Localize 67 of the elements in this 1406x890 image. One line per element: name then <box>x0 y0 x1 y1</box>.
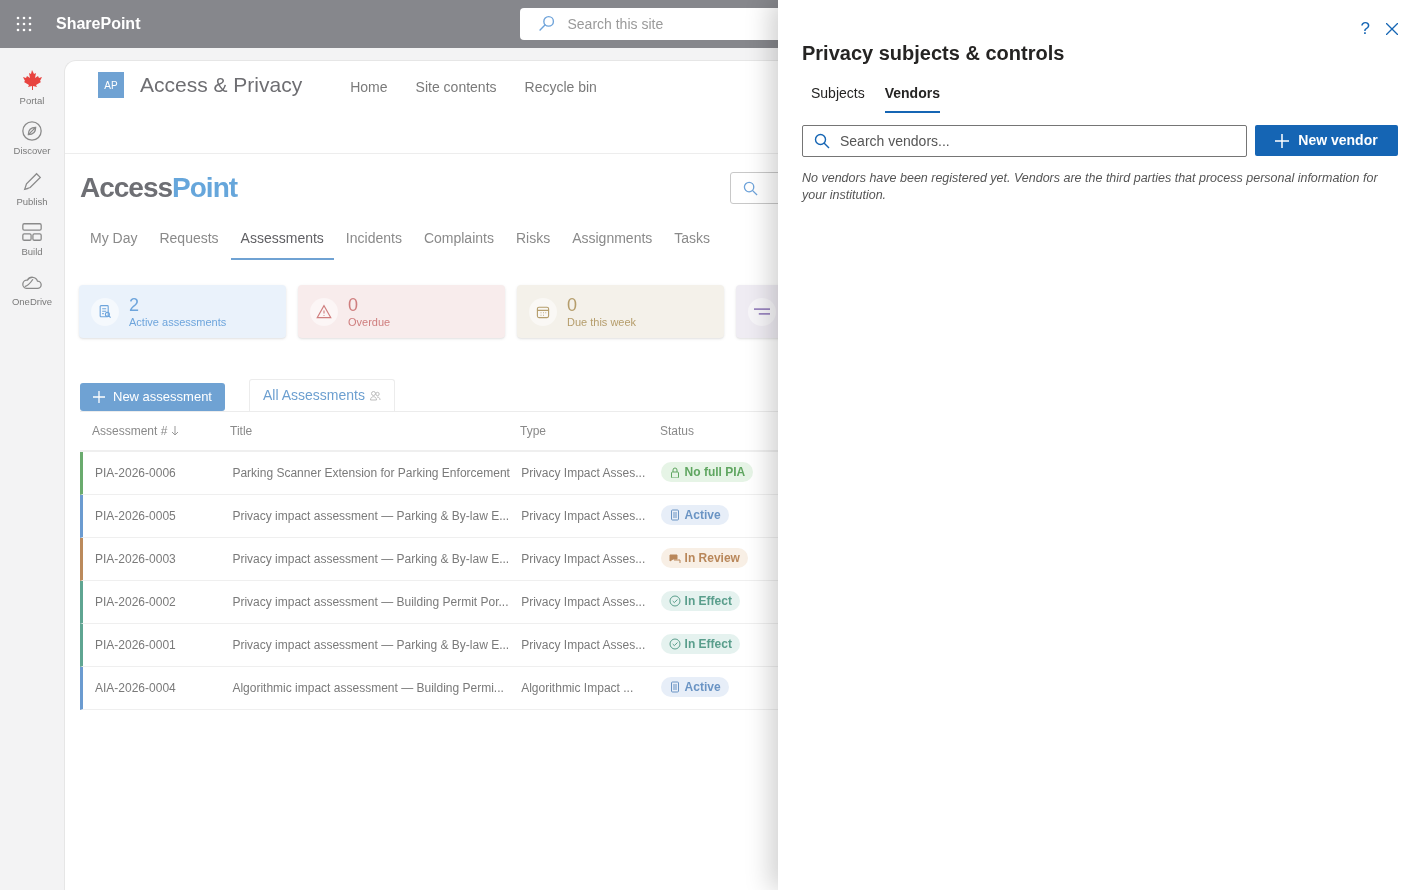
kpi-label: Due this week <box>567 314 637 329</box>
kpi-value: 2 <box>129 294 140 315</box>
table-cell-text: Privacy impact assessment — Building Permit Por... <box>232 594 510 611</box>
new-assessment-button[interactable]: New assessment <box>80 383 225 411</box>
column-header[interactable]: Title <box>230 422 520 440</box>
rail-label[interactable]: Publish <box>16 194 48 209</box>
table-cell-text: PIA-2026-0001 <box>94 637 177 654</box>
status-badge: Active <box>660 677 729 697</box>
site-nav-link[interactable]: Site contents <box>415 77 497 98</box>
table-cell-text: PIA-2026-0005 <box>94 508 177 525</box>
kpi-value: 0 <box>348 294 359 315</box>
table-cell-text: Algorithmic impact assessment — Building Permi... <box>232 680 505 697</box>
panel-title: Privacy subjects & controls <box>802 41 1066 66</box>
kpi-card[interactable]: 0 Overdue <box>298 285 505 338</box>
help-button[interactable]: ? <box>1360 19 1370 39</box>
kpi-label: Active assessments <box>129 314 227 329</box>
table-cell-text: Privacy impact assessment — Parking & By-law E... <box>232 551 511 568</box>
table-cell-text: PIA-2026-0002 <box>94 594 177 611</box>
nav-tab[interactable]: Assessments <box>230 222 334 260</box>
brand-logo: AccessPoint <box>80 171 238 205</box>
column-header[interactable]: Assessment # <box>80 422 230 440</box>
table-cell-text: AIA-2026-0004 <box>94 680 177 697</box>
column-header[interactable]: Type <box>520 422 660 440</box>
rail-label[interactable]: Build <box>21 244 43 259</box>
nav-tab[interactable]: Requests <box>149 222 229 260</box>
kpi-card[interactable]: 0 Due this week <box>517 285 724 338</box>
site-logo[interactable]: AP <box>98 72 124 98</box>
table-cell-text: Privacy Impact Asses... <box>521 508 647 525</box>
table-cell-text: Algorithmic Impact ... <box>521 680 635 697</box>
column-header[interactable]: Status <box>660 422 778 440</box>
kpi-label: Overdue <box>348 314 391 329</box>
nav-tab[interactable]: Incidents <box>335 222 412 260</box>
site-nav-link[interactable]: Recycle bin <box>524 77 597 98</box>
site-search-field[interactable]: Search this site <box>520 8 778 40</box>
table-cell-text: Privacy Impact Asses... <box>521 465 647 482</box>
table-cell-text: Privacy impact assessment — Parking & By-law E... <box>232 637 511 654</box>
rail-label[interactable]: OneDrive <box>11 295 53 310</box>
table-cell-text: Privacy Impact Asses... <box>521 594 647 611</box>
table-cell-text: Privacy Impact Asses... <box>521 551 647 568</box>
kpi-card[interactable]: 2 Active assessments <box>79 285 286 338</box>
status-badge: Active <box>660 505 729 525</box>
status-badge: In Effect <box>660 591 740 611</box>
panel-tab[interactable]: Vendors <box>884 76 940 113</box>
table-cell-text: PIA-2026-0003 <box>94 551 177 568</box>
nav-tab[interactable]: Risks <box>505 222 561 260</box>
kpi-value: 0 <box>567 294 578 315</box>
nav-tab[interactable]: Assignments <box>562 222 663 260</box>
site-nav-link[interactable]: Home <box>350 77 388 98</box>
table-cell-text: Privacy impact assessment — Parking & By-law E... <box>232 508 511 525</box>
empty-state-message: No vendors have been registered yet. Vendors are the third parties that process personal information for your institution. <box>802 170 1379 204</box>
nav-tab[interactable]: My Day <box>80 222 148 260</box>
app-name[interactable]: SharePoint <box>56 12 141 36</box>
table-cell-text: Parking Scanner Extension for Parking Enforcement <box>232 465 511 482</box>
status-badge: In Review <box>660 548 748 568</box>
new-vendor-button[interactable]: New vendor <box>1255 125 1398 156</box>
nav-tab[interactable]: Tasks <box>664 222 721 260</box>
table-cell-text: Privacy Impact Asses... <box>521 637 647 654</box>
view-tab[interactable]: All Assessments <box>249 379 395 411</box>
rail-label[interactable]: Discover <box>13 144 51 159</box>
vendor-search-field[interactable]: Search vendors... <box>802 125 1247 157</box>
status-badge: In Effect <box>660 634 740 654</box>
rail-label[interactable]: Portal <box>19 94 45 109</box>
status-badge: No full PIA <box>660 462 754 482</box>
nav-tab[interactable]: Complaints <box>413 222 504 260</box>
table-cell-text: PIA-2026-0006 <box>94 465 177 482</box>
site-title[interactable]: Access & Privacy <box>140 72 303 98</box>
panel-tab[interactable]: Subjects <box>811 76 865 113</box>
